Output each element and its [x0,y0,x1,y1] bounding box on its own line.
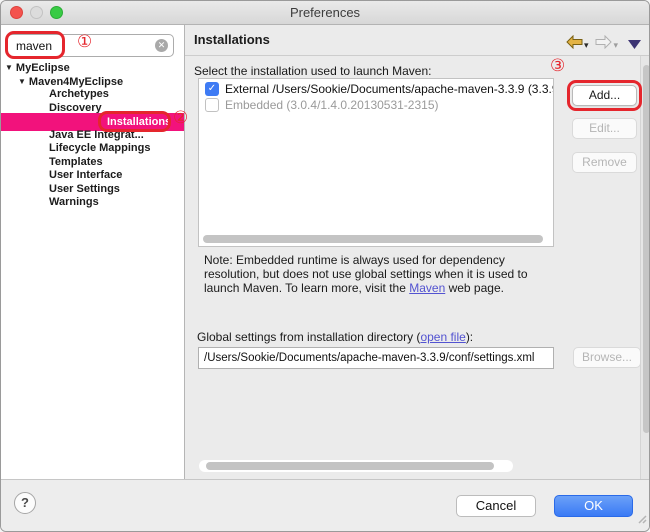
window-title: Preferences [1,1,649,24]
annotation-box-installations [98,111,171,132]
tree-item-label: MyEclipse [16,62,70,74]
help-button[interactable]: ? [14,492,36,514]
list-item-label: Embedded (3.0.4/1.4.0.20130531-2315) [225,98,439,112]
tree-item-maven4myeclipse[interactable]: ▼Maven4MyEclipse [18,75,123,88]
note-line-3-post: web page. [445,281,504,295]
remove-button-disabled: Remove [572,152,637,173]
note-line-3-pre: launch Maven. To learn more, visit the [204,281,409,295]
tree-item-myeclipse[interactable]: ▼MyEclipse [5,61,70,74]
resize-grip[interactable] [636,511,647,529]
tree-item-label: Maven4MyEclipse [29,76,123,88]
cancel-button[interactable]: Cancel [456,495,536,517]
global-settings-label: Global settings from installation direct… [197,330,473,344]
note-line-2: resolution, but does not use global sett… [204,267,528,281]
view-menu-icon[interactable] [628,36,641,54]
header-divider [185,55,650,56]
checkbox-unchecked-icon[interactable] [205,98,219,112]
annotation-number-3: ③ [550,57,565,74]
settings-path-field[interactable]: /Users/Sookie/Documents/apache-maven-3.3… [198,347,554,369]
back-dropdown-caret-icon[interactable]: ▾ [584,40,589,51]
forward-button-disabled [595,35,612,54]
ok-button[interactable]: OK [554,495,633,517]
tree-item-user-settings[interactable]: User Settings [49,183,120,196]
settings-path-value: /Users/Sookie/Documents/apache-maven-3.3… [199,348,553,368]
preferences-sidebar: maven ✕ ① ▼MyEclipse ▼Maven4MyEclipse Ar… [1,25,185,482]
history-nav: ▾ ▾ [566,34,641,54]
annotation-box-add [567,80,642,111]
tree-item-label: Archetypes [49,88,109,100]
dialog-footer: ? Cancel OK [1,479,649,531]
preferences-window: Preferences maven ✕ ① ▼MyEclipse ▼Maven4… [0,0,650,532]
forward-dropdown-caret-icon: ▾ [613,40,618,51]
tree-item-lifecycle-mappings[interactable]: Lifecycle Mappings [49,142,150,155]
tree-item-user-interface[interactable]: User Interface [49,169,122,182]
tree-item-label: User Settings [49,183,120,195]
close-button[interactable] [10,6,23,19]
zoom-button[interactable] [50,6,63,19]
maven-link[interactable]: Maven [409,281,445,295]
panel-vertical-scrollbar[interactable] [640,56,650,482]
panel-horizontal-scrollbar[interactable] [199,460,513,472]
disclosure-triangle-icon[interactable]: ▼ [18,77,26,86]
back-button[interactable] [566,35,583,54]
browse-button-disabled: Browse... [573,347,641,368]
global-settings-label-pre: Global settings from installation direct… [197,330,420,344]
note-line-3: launch Maven. To learn more, visit the M… [204,281,528,295]
note-line-1: Note: Embedded runtime is always used fo… [204,253,528,267]
tree-item-templates[interactable]: Templates [49,156,103,169]
open-file-link[interactable]: open file [420,330,465,344]
panel-vertical-scrollbar-thumb[interactable] [643,65,650,433]
title-bar: Preferences [1,1,649,25]
tree-item-archetypes[interactable]: Archetypes [49,88,109,101]
annotation-box-search [5,31,65,59]
tree-item-label: Warnings [49,196,99,208]
global-settings-label-post: ): [466,330,473,344]
list-item-embedded[interactable]: Embedded (3.0.4/1.4.0.20130531-2315) [199,97,553,113]
checkbox-checked-icon[interactable]: ✓ [205,82,219,96]
installation-list: ✓ External /Users/Sookie/Documents/apach… [198,78,554,247]
edit-button-disabled: Edit... [572,118,637,139]
list-item-label: External /Users/Sookie/Documents/apache-… [225,82,554,96]
tree-item-label: User Interface [49,169,122,181]
disclosure-triangle-icon[interactable]: ▼ [5,63,13,72]
tree-item-warnings[interactable]: Warnings [49,196,99,209]
installations-panel: Installations ▾ ▾ Select the installatio… [185,25,650,482]
annotation-number-1: ① [77,33,92,50]
tree-item-label: Lifecycle Mappings [49,142,150,154]
tree-item-label: Templates [49,156,103,168]
list-horizontal-scrollbar[interactable] [203,235,543,243]
page-title: Installations [194,32,270,47]
list-item-external[interactable]: ✓ External /Users/Sookie/Documents/apach… [199,81,553,97]
annotation-number-2: ② [173,109,188,126]
panel-horizontal-scrollbar-thumb[interactable] [206,462,494,470]
embedded-runtime-note: Note: Embedded runtime is always used fo… [204,253,528,295]
clear-search-icon[interactable]: ✕ [155,39,168,52]
minimize-button-disabled [30,6,43,19]
select-installation-label: Select the installation used to launch M… [194,64,431,78]
